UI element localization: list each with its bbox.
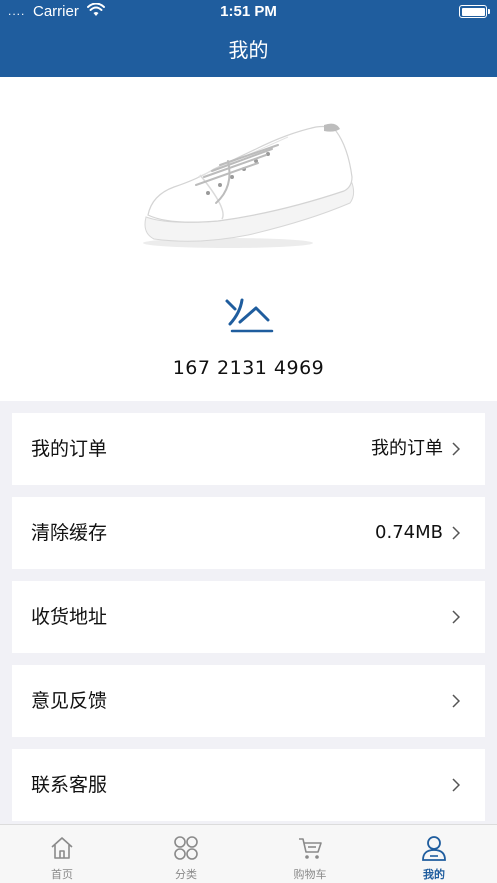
menu-item-clear-cache[interactable]: 清除缓存 0.74MB <box>12 497 485 569</box>
tab-label: 分类 <box>175 868 197 881</box>
chevron-right-icon <box>452 778 460 792</box>
status-bar: .... Carrier 1:51 PM <box>0 0 497 24</box>
status-time: 1:51 PM <box>220 3 277 20</box>
tab-label: 我的 <box>423 868 445 881</box>
cart-icon <box>299 838 322 859</box>
menu-item-label: 我的订单 <box>31 438 108 460</box>
sneaker-image <box>143 123 355 248</box>
profile-section: 167 2131 4969 <box>0 77 497 401</box>
header: .... Carrier 1:51 PM 我的 <box>0 0 497 77</box>
chevron-right-icon <box>452 442 460 456</box>
tab-home[interactable]: 首页 <box>0 825 124 883</box>
category-icon <box>174 836 198 860</box>
menu-item-value: 我的订单 <box>371 438 443 459</box>
tab-cart[interactable]: 购物车 <box>248 825 372 883</box>
menu-item-label: 意见反馈 <box>31 690 108 712</box>
menu-item-label: 联系客服 <box>31 774 108 796</box>
brand-logo-icon <box>225 298 274 333</box>
menu-item-label: 清除缓存 <box>31 522 108 544</box>
tab-mine[interactable]: 我的 <box>372 825 496 883</box>
menu-item-feedback[interactable]: 意见反馈 <box>12 665 485 737</box>
menu-item-orders[interactable]: 我的订单 我的订单 <box>12 413 485 485</box>
battery-icon <box>459 5 490 18</box>
menu-item-customer-service[interactable]: 联系客服 <box>12 749 485 821</box>
tab-label: 购物车 <box>293 868 327 881</box>
user-phone: 167 2131 4969 <box>172 357 325 379</box>
chevron-right-icon <box>452 694 460 708</box>
chevron-right-icon <box>452 526 460 540</box>
menu-item-value: 0.74MB <box>375 522 443 543</box>
page-title: 我的 <box>228 38 269 62</box>
tab-category[interactable]: 分类 <box>124 825 248 883</box>
tab-label: 首页 <box>51 868 73 881</box>
menu-item-address[interactable]: 收货地址 <box>12 581 485 653</box>
user-icon <box>422 836 446 861</box>
tab-bar: 首页 分类 购物车 我的 <box>0 824 497 883</box>
home-icon <box>51 837 73 859</box>
chevron-right-icon <box>452 610 460 624</box>
menu-item-label: 收货地址 <box>31 606 108 628</box>
